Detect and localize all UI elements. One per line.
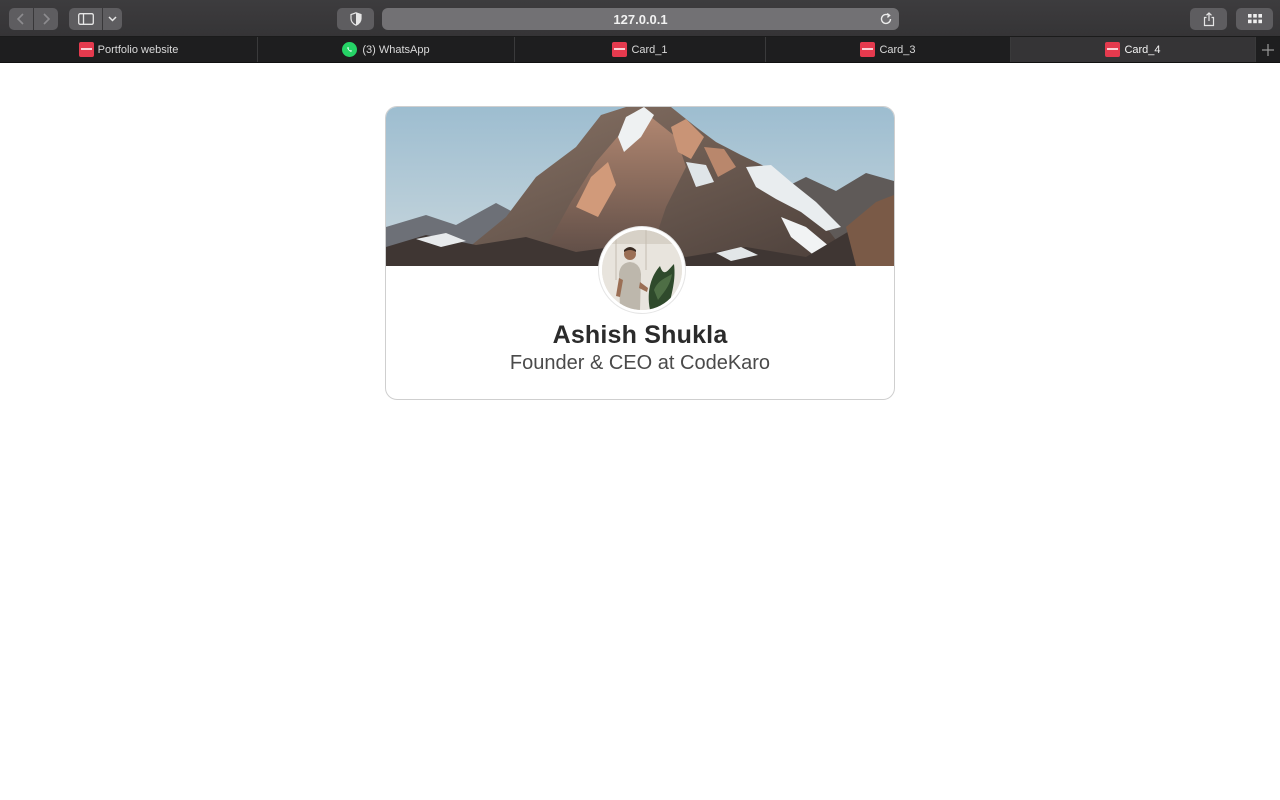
whatsapp-icon	[342, 42, 358, 57]
url-text: 127.0.0.1	[613, 11, 668, 27]
reload-icon[interactable]	[879, 12, 893, 26]
codekaro-favicon-icon	[1105, 42, 1121, 57]
profile-card: Ashish Shukla Founder & CEO at CodeKaro	[385, 106, 895, 400]
new-tab-button[interactable]	[1255, 37, 1280, 62]
codekaro-favicon-icon	[612, 42, 628, 57]
avatar	[599, 227, 685, 313]
chevron-left-icon	[16, 13, 24, 25]
tab-label: (3) WhatsApp	[362, 43, 430, 56]
back-button[interactable]	[9, 8, 33, 30]
profile-role: Founder & CEO at CodeKaro	[509, 352, 771, 374]
tab-card-4[interactable]: Card_4	[1011, 37, 1256, 62]
profile-name: Ashish Shukla	[552, 321, 728, 349]
share-icon	[1203, 11, 1214, 26]
tab-label: Card_3	[879, 43, 916, 56]
chevron-right-icon	[43, 13, 51, 25]
privacy-report-button[interactable]	[337, 8, 374, 30]
codekaro-favicon-icon	[78, 42, 94, 57]
plus-icon	[1261, 43, 1274, 56]
profile-photo	[602, 230, 682, 310]
chevron-down-icon	[108, 16, 117, 22]
tab-card-3[interactable]: Card_3	[766, 37, 1011, 62]
sidebar-menu-button[interactable]	[103, 8, 122, 30]
tab-card-1[interactable]: Card_1	[515, 37, 766, 62]
tab-label: Card_1	[631, 43, 668, 56]
tab-label: Card_4	[1124, 43, 1161, 56]
tab-portfolio-website[interactable]: Portfolio website	[0, 37, 258, 62]
browser-toolbar: 127.0.0.1	[0, 0, 1280, 37]
sidebar-toggle-button[interactable]	[69, 8, 102, 30]
tab-label: Portfolio website	[97, 43, 179, 56]
sidebar-icon	[77, 13, 94, 25]
share-button[interactable]	[1190, 8, 1227, 30]
address-bar[interactable]: 127.0.0.1	[382, 8, 899, 30]
tab-whatsapp[interactable]: (3) WhatsApp	[258, 37, 515, 62]
codekaro-favicon-icon	[860, 42, 876, 57]
tab-bar: Portfolio website (3) WhatsApp Card_1 Ca…	[0, 37, 1280, 63]
tab-overview-button[interactable]	[1236, 8, 1273, 30]
grid-icon	[1247, 14, 1262, 24]
shield-icon	[349, 12, 362, 26]
forward-button[interactable]	[34, 8, 58, 30]
